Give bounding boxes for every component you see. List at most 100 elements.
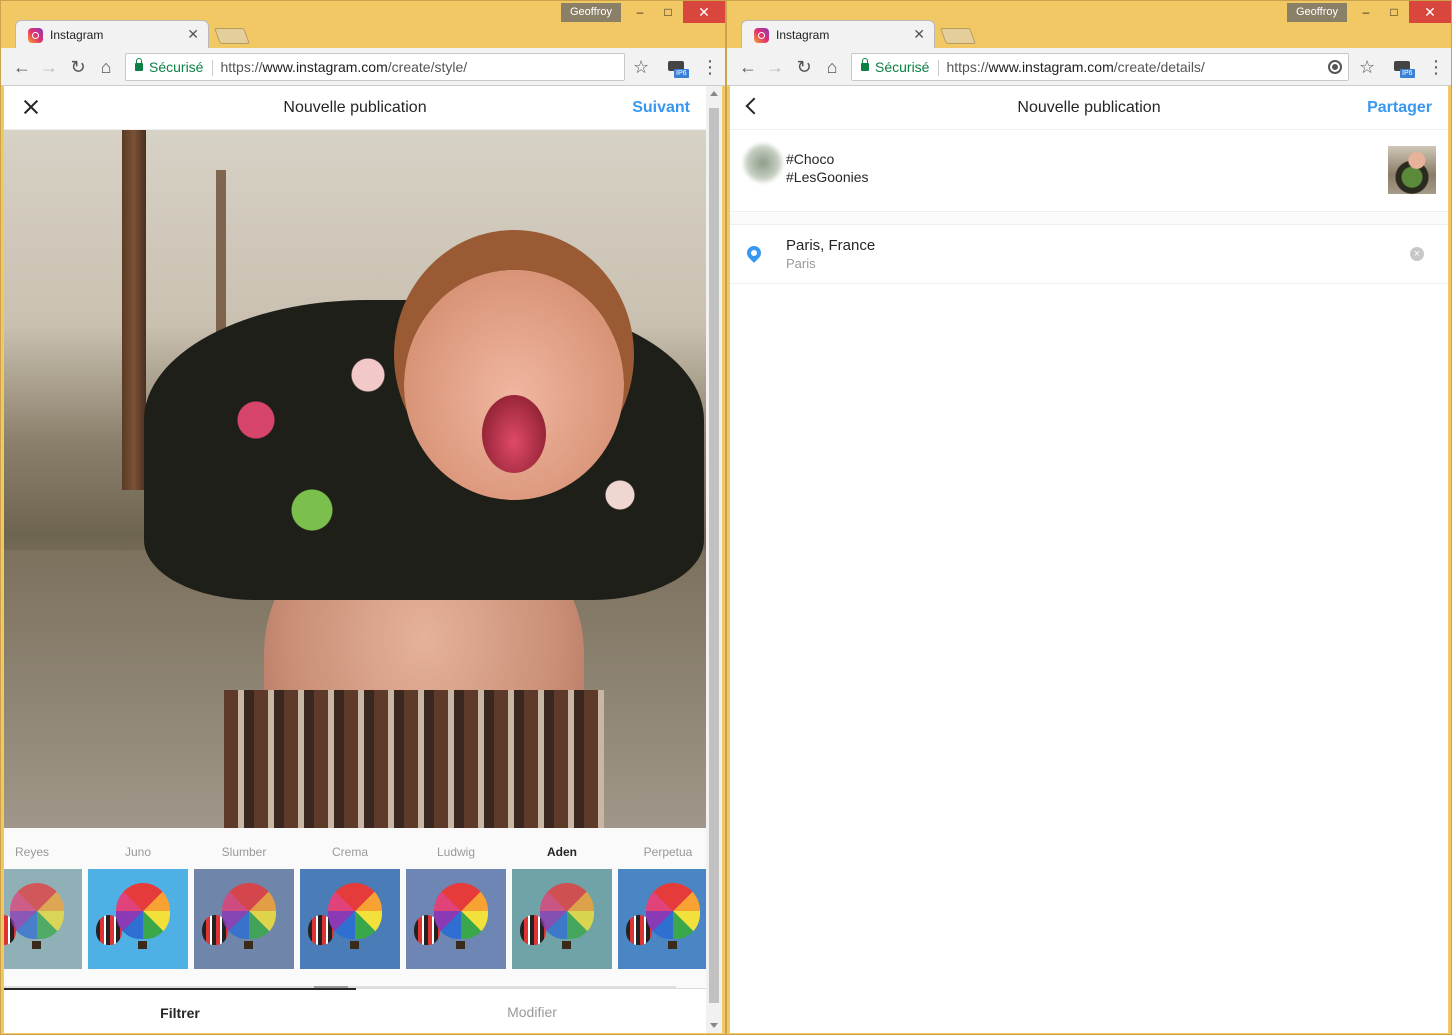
address-bar[interactable]: Sécurisé https://www.instagram.com/create… bbox=[125, 53, 625, 81]
basket-icon bbox=[32, 941, 41, 949]
filter-thumb-aden[interactable] bbox=[512, 869, 612, 969]
balloon-icon bbox=[328, 883, 382, 939]
page-title: Nouvelle publication bbox=[1017, 99, 1161, 116]
tab-title: Instagram bbox=[50, 28, 104, 42]
post-header: Nouvelle publication Partager bbox=[730, 86, 1448, 130]
extension-badge: IP6 bbox=[674, 69, 689, 78]
instagram-icon bbox=[28, 28, 43, 43]
instagram-icon bbox=[754, 28, 769, 43]
filter-label-crema: Crema bbox=[331, 845, 368, 859]
caption-input[interactable]: #Choco #LesGoonies bbox=[786, 150, 869, 186]
browser-tab[interactable]: Instagram ✕ bbox=[741, 20, 935, 49]
filter-label-perpetua: Perpetua bbox=[643, 845, 693, 859]
filter-thumb-reyes[interactable] bbox=[4, 869, 82, 969]
scroll-down-icon[interactable] bbox=[710, 1023, 718, 1028]
minimize-button[interactable]: – bbox=[1351, 1, 1381, 23]
new-tab-button[interactable] bbox=[214, 28, 250, 44]
tab-edit[interactable]: Modifier bbox=[356, 988, 708, 1033]
url-text: https://www.instagram.com/create/details… bbox=[946, 59, 1204, 75]
scroll-up-icon[interactable] bbox=[710, 91, 718, 96]
tab-title: Instagram bbox=[776, 28, 830, 42]
filter-thumb-ludwig[interactable] bbox=[406, 869, 506, 969]
forward-icon[interactable]: → bbox=[764, 56, 786, 78]
bookmark-star-icon[interactable]: ☆ bbox=[633, 56, 649, 78]
maximize-button[interactable]: □ bbox=[653, 1, 683, 23]
balloon-icon bbox=[222, 883, 276, 939]
caption-row: #Choco #LesGoonies bbox=[730, 130, 1448, 212]
photo-tree bbox=[122, 130, 146, 490]
caption-line: #LesGoonies bbox=[786, 169, 869, 185]
page-content: Nouvelle publication Partager #Choco #Le… bbox=[730, 86, 1448, 1033]
scroll-thumb[interactable] bbox=[709, 108, 719, 1003]
url-host: www.instagram.com bbox=[988, 59, 1114, 75]
location-target-icon[interactable] bbox=[1328, 60, 1342, 74]
tab-close-icon[interactable]: ✕ bbox=[187, 26, 199, 43]
filter-thumb-perpetua[interactable] bbox=[618, 869, 718, 969]
filter-label-slumber: Slumber bbox=[221, 845, 267, 859]
forward-icon[interactable]: → bbox=[38, 56, 60, 78]
browser-toolbar: ← → ↻ ⌂ Sécurisé https://www.instagram.co… bbox=[1, 48, 725, 86]
omnibox-divider bbox=[212, 60, 214, 77]
back-icon[interactable]: ← bbox=[737, 56, 759, 78]
clear-location-icon[interactable]: × bbox=[1410, 247, 1424, 261]
browser-toolbar: ← → ↻ ⌂ Sécurisé https://www.instagram.co… bbox=[727, 48, 1451, 86]
filter-label-reyes: Reyes bbox=[14, 845, 49, 859]
browser-window-left: Geoffroy – □ ✕ Instagram ✕ ← → ↻ ⌂ Sécur… bbox=[0, 0, 726, 1035]
section-divider bbox=[730, 213, 1448, 225]
reload-icon[interactable]: ↻ bbox=[67, 56, 89, 78]
profile-button[interactable]: Geoffroy bbox=[1287, 3, 1347, 22]
filter-thumb-juno[interactable] bbox=[88, 869, 188, 969]
bookmark-star-icon[interactable]: ☆ bbox=[1359, 56, 1375, 78]
url-path: /create/details/ bbox=[1113, 59, 1205, 75]
url-text: https://www.instagram.com/create/style/ bbox=[220, 59, 467, 75]
desktop: Geoffroy – □ ✕ Instagram ✕ ← → ↻ ⌂ Sécur… bbox=[0, 0, 1452, 1035]
share-button[interactable]: Partager bbox=[1367, 99, 1432, 117]
filter-label-ludwig: Ludwig bbox=[436, 845, 476, 859]
balloon-icon bbox=[646, 883, 700, 939]
caption-line: #Choco bbox=[786, 151, 835, 167]
home-icon[interactable]: ⌂ bbox=[821, 56, 843, 78]
basket-icon bbox=[244, 941, 253, 949]
menu-dots-icon[interactable]: ⋮ bbox=[701, 56, 719, 78]
post-header: Nouvelle publication Suivant bbox=[4, 86, 706, 130]
profile-button[interactable]: Geoffroy bbox=[561, 3, 621, 22]
post-thumbnail bbox=[1388, 146, 1436, 194]
location-name: Paris, France bbox=[786, 237, 876, 254]
browser-tab[interactable]: Instagram ✕ bbox=[15, 20, 209, 49]
tab-filter[interactable]: Filtrer bbox=[4, 988, 356, 1033]
next-button[interactable]: Suivant bbox=[632, 99, 690, 117]
address-bar[interactable]: Sécurisé https://www.instagram.com/create… bbox=[851, 53, 1349, 81]
secure-label: Sécurisé bbox=[149, 59, 204, 75]
url-scheme: https:// bbox=[946, 59, 989, 75]
post-photo bbox=[4, 130, 708, 828]
filter-thumb-slumber[interactable] bbox=[194, 869, 294, 969]
close-window-button[interactable]: ✕ bbox=[1409, 1, 1451, 23]
balloon-icon bbox=[10, 883, 64, 939]
page-title: Nouvelle publication bbox=[283, 99, 427, 116]
page-content: Nouvelle publication Suivant Reyes Juno … bbox=[4, 86, 722, 1033]
new-tab-button[interactable] bbox=[940, 28, 976, 44]
extension-icon[interactable]: IP6 bbox=[666, 56, 689, 78]
back-icon[interactable]: ← bbox=[11, 56, 33, 78]
location-row[interactable]: Paris, France Paris × bbox=[730, 225, 1448, 284]
close-window-button[interactable]: ✕ bbox=[683, 1, 725, 23]
minimize-button[interactable]: – bbox=[625, 1, 655, 23]
tab-close-icon[interactable]: ✕ bbox=[913, 26, 925, 43]
basket-icon bbox=[562, 941, 571, 949]
location-subtitle: Paris bbox=[786, 256, 816, 271]
basket-icon bbox=[456, 941, 465, 949]
browser-window-right: Geoffroy – □ ✕ Instagram ✕ ← → ↻ ⌂ Sécur… bbox=[726, 0, 1452, 1035]
menu-dots-icon[interactable]: ⋮ bbox=[1427, 56, 1445, 78]
balloon-icon bbox=[540, 883, 594, 939]
extension-icon[interactable]: IP6 bbox=[1392, 56, 1415, 78]
basket-icon bbox=[138, 941, 147, 949]
edit-tabs: Filtrer Modifier bbox=[4, 988, 708, 1033]
page-scrollbar[interactable] bbox=[706, 86, 722, 1033]
maximize-button[interactable]: □ bbox=[1379, 1, 1409, 23]
filter-label-juno: Juno bbox=[124, 845, 152, 859]
filter-thumb-crema[interactable] bbox=[300, 869, 400, 969]
extension-badge: IP6 bbox=[1400, 69, 1415, 78]
home-icon[interactable]: ⌂ bbox=[95, 56, 117, 78]
reload-icon[interactable]: ↻ bbox=[793, 56, 815, 78]
lock-icon bbox=[135, 58, 143, 71]
